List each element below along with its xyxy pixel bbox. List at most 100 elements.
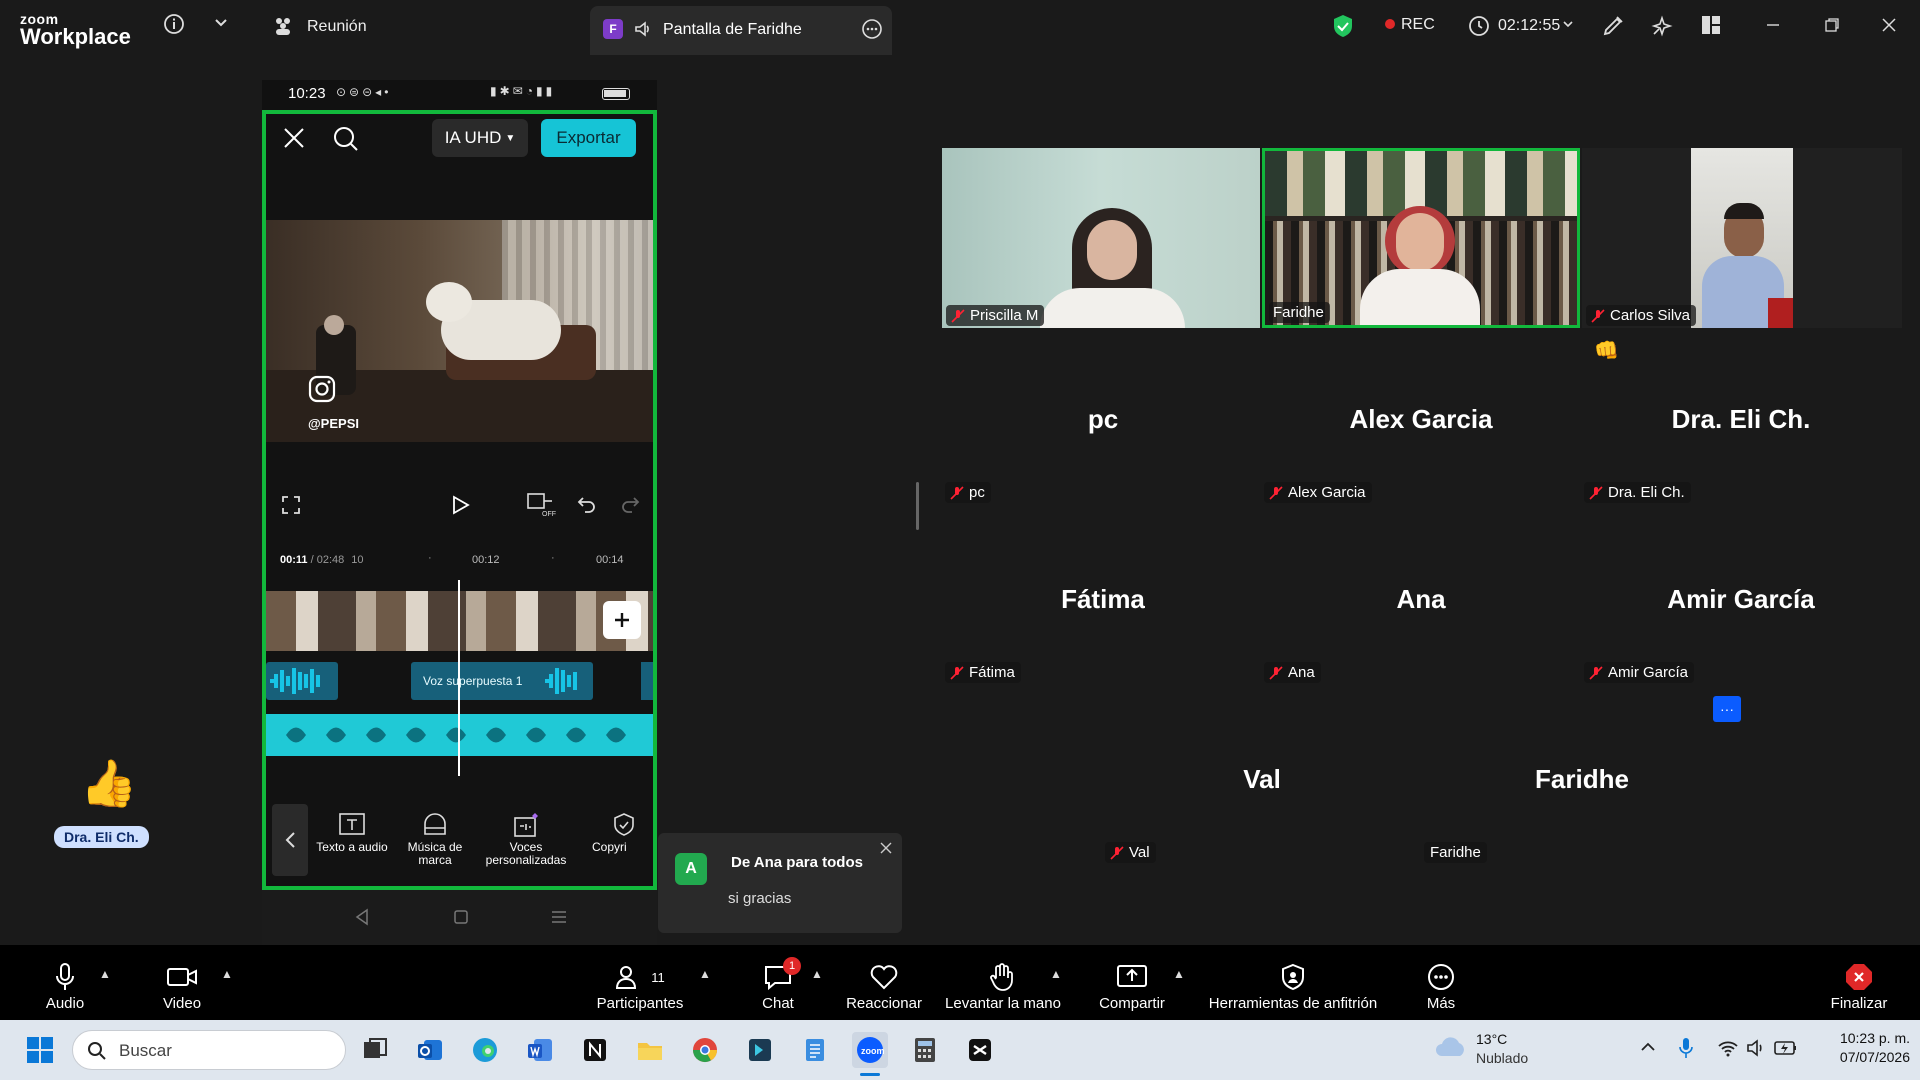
weather-temp[interactable]: 13°C [1476, 1031, 1507, 1047]
video-tile-priscilla[interactable]: Priscilla M [942, 148, 1260, 328]
participant-chip[interactable]: Faridhe [1424, 842, 1487, 863]
tile-more-options-icon[interactable]: ··· [1713, 696, 1741, 722]
tray-chevron-up-icon[interactable] [1640, 1040, 1656, 1059]
raise-hand-button[interactable]: Levantar la mano [941, 959, 1065, 1012]
ai-companion-icon[interactable] [1650, 14, 1674, 38]
raise-hand-caret-icon[interactable]: ▲ [1050, 967, 1062, 981]
chat-notification[interactable]: A De Ana para todos si gracias [658, 833, 902, 933]
nav-home-icon[interactable] [453, 909, 469, 930]
participant-chip[interactable]: Fátima [945, 662, 1021, 683]
nav-recents-icon[interactable] [550, 910, 568, 929]
task-view-icon[interactable] [357, 1032, 393, 1068]
video-button[interactable]: Video [158, 959, 206, 1012]
phone-status-bar: 10:23 ⊙⊜⊝◂• ▮✱✉◔▮▮ [262, 80, 657, 108]
chat-caret-icon[interactable]: ▲ [811, 967, 823, 981]
tool-copyright[interactable]: Copyri [592, 812, 653, 854]
minimize-icon[interactable] [1765, 17, 1781, 33]
redo-icon[interactable] [619, 494, 641, 521]
tool-text-to-audio[interactable]: Texto a audio [311, 812, 393, 854]
outlook-icon[interactable] [412, 1032, 448, 1068]
meeting-timer[interactable]: 02:12:55 [1498, 17, 1560, 35]
capcut-icon[interactable] [962, 1032, 998, 1068]
tool-brand-music[interactable]: Música de marca [399, 812, 471, 868]
participant-chip[interactable]: Amir García [1584, 662, 1695, 683]
notepad-icon[interactable] [797, 1032, 833, 1068]
taskbar-search[interactable]: Buscar [72, 1030, 346, 1070]
more-button[interactable]: Más [1423, 959, 1459, 1012]
video-editor: IA UHD ▼ Exportar @PEPSI OFF 00:11 / 02:… [262, 110, 657, 890]
annotate-icon[interactable] [1601, 14, 1625, 38]
clock-time: 10:23 p. m. [1839, 1030, 1910, 1046]
view-layout-icon[interactable] [1701, 15, 1721, 35]
participant-big-name: Val [1243, 764, 1281, 794]
tray-microphone-icon[interactable] [1678, 1036, 1694, 1065]
recording-indicator[interactable]: REC [1385, 16, 1435, 34]
quality-dropdown[interactable]: IA UHD ▼ [432, 119, 528, 157]
close-notification-icon[interactable] [880, 841, 892, 859]
keyframe-off-icon[interactable]: OFF [526, 492, 556, 523]
terminal-app-icon[interactable] [742, 1032, 778, 1068]
export-button[interactable]: Exportar [541, 119, 636, 157]
file-explorer-icon[interactable] [632, 1032, 668, 1068]
security-shield-icon[interactable] [1332, 14, 1354, 38]
taskbar-clock[interactable]: 10:23 p. m. 07/07/2026 [1810, 1030, 1910, 1065]
video-caret-icon[interactable]: ▲ [221, 967, 233, 981]
timer-chevron-icon[interactable] [1561, 17, 1575, 31]
participant-chip[interactable]: pc [945, 482, 991, 503]
search-icon [88, 1042, 106, 1060]
zoom-taskbar-icon[interactable]: zoom [852, 1032, 888, 1068]
restore-icon[interactable] [1824, 17, 1840, 33]
react-button[interactable]: Reaccionar [844, 959, 924, 1012]
windows-taskbar: Buscar zoom 13°C Nublado 10:23 p. m. 07/… [0, 1020, 1920, 1080]
chevron-down-icon[interactable] [212, 13, 230, 31]
share-caret-icon[interactable]: ▲ [1173, 967, 1185, 981]
voice-clip-edge[interactable] [641, 662, 653, 700]
calculator-icon[interactable] [907, 1032, 943, 1068]
weather-cloud-icon[interactable] [1434, 1034, 1468, 1065]
battery-charging-icon[interactable] [1774, 1039, 1798, 1062]
share-button[interactable]: Compartir [1096, 959, 1168, 1012]
info-icon[interactable] [163, 13, 185, 35]
participants-caret-icon[interactable]: ▲ [699, 967, 711, 981]
fullscreen-icon[interactable] [280, 494, 302, 521]
splitter-handle[interactable] [916, 482, 919, 530]
meeting-icon [272, 15, 294, 37]
video-preview[interactable]: @PEPSI [266, 220, 653, 442]
video-tile-faridhe[interactable]: Faridhe [1262, 148, 1580, 328]
audio-button[interactable]: Audio [40, 959, 90, 1012]
voice-over-clip[interactable]: Voz superpuesta 1 [411, 662, 593, 700]
end-meeting-button[interactable]: Finalizar [1829, 959, 1889, 1012]
play-icon[interactable] [449, 494, 471, 521]
meeting-toolbar: Audio ▲ Video ▲ 11 Participantes ▲ 1 Cha… [0, 945, 1920, 1020]
tool-custom-voices[interactable]: Voces personalizadas [476, 812, 576, 868]
chrome-icon[interactable] [687, 1032, 723, 1068]
participants-button[interactable]: 11 Participantes [592, 959, 688, 1012]
volume-icon[interactable] [1746, 1038, 1766, 1063]
more-options-icon[interactable] [861, 18, 883, 45]
undo-icon[interactable] [576, 494, 598, 521]
video-tile-carlos[interactable]: Carlos Silva [1582, 148, 1902, 328]
share-tab[interactable]: F Pantalla de Faridhe [590, 6, 892, 55]
participant-chip[interactable]: Dra. Eli Ch. [1584, 482, 1691, 503]
close-icon[interactable] [1881, 17, 1897, 33]
add-clip-button[interactable] [603, 601, 641, 639]
playhead[interactable] [458, 580, 460, 776]
participant-chip[interactable]: Alex Garcia [1264, 482, 1372, 503]
participant-big-name: pc [1087, 404, 1119, 434]
notion-icon[interactable] [577, 1032, 613, 1068]
chat-button[interactable]: 1 Chat [757, 957, 801, 1012]
participant-chip[interactable]: Ana [1264, 662, 1321, 683]
voice-clip[interactable] [266, 662, 338, 700]
host-tools-button[interactable]: Herramientas de anfitrión [1204, 959, 1382, 1012]
audio-caret-icon[interactable]: ▲ [99, 967, 111, 981]
meeting-label[interactable]: Reunión [307, 18, 367, 36]
search-icon[interactable] [332, 125, 360, 158]
wifi-icon[interactable] [1717, 1038, 1739, 1063]
nav-back-icon[interactable] [354, 908, 370, 931]
tools-back-button[interactable] [272, 804, 308, 876]
windows-start-icon[interactable] [22, 1032, 58, 1068]
word-icon[interactable] [522, 1032, 558, 1068]
edge-icon[interactable] [467, 1032, 503, 1068]
close-editor-icon[interactable] [281, 125, 307, 156]
participant-chip[interactable]: Val [1105, 842, 1156, 863]
